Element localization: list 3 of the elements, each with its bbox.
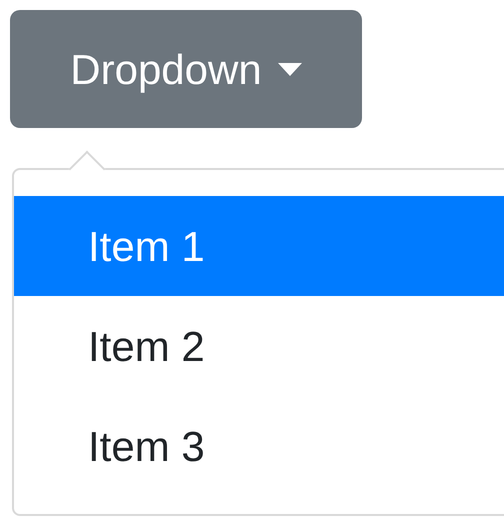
dropdown-button[interactable]: Dropdown (10, 10, 362, 128)
caret-icon (278, 62, 302, 76)
menu-item[interactable]: Item 1 (14, 196, 504, 296)
